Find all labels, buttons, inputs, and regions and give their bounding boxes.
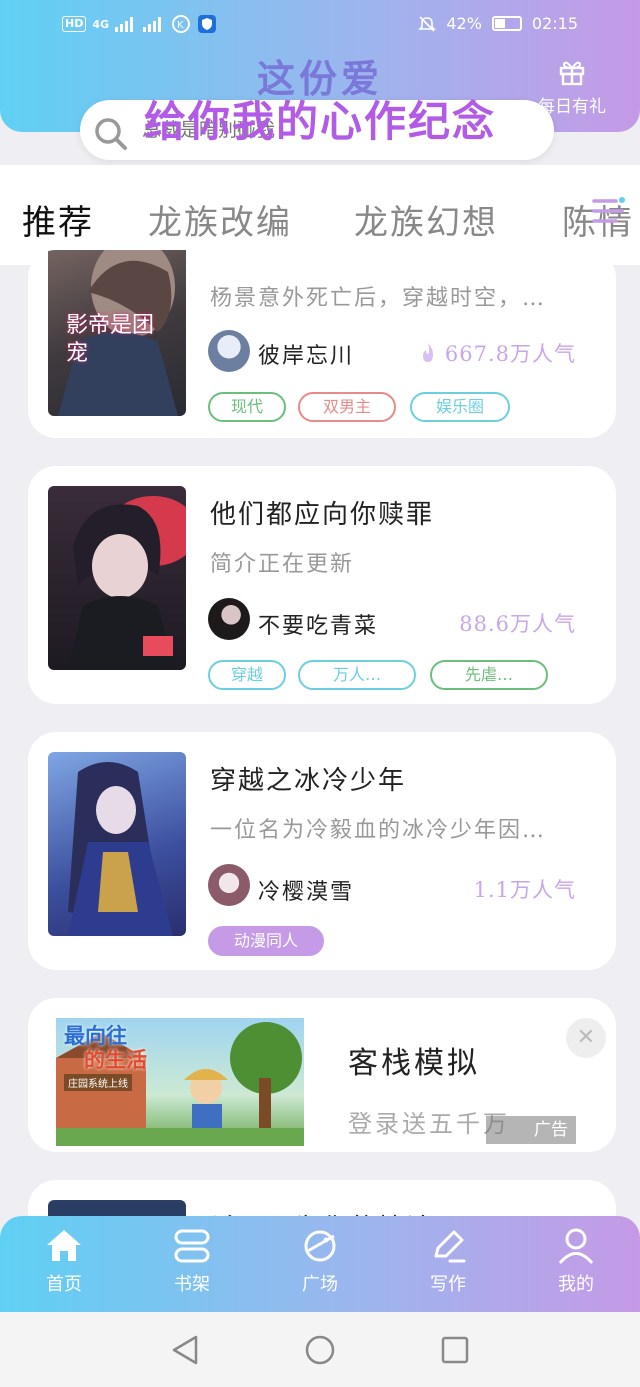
- home-icon: [47, 1230, 81, 1261]
- author-name: 冷樱漠雪: [258, 880, 355, 905]
- ad-title: 客栈模拟: [348, 1046, 480, 1081]
- status-bar: HD 4G K 42% 02:15: [0, 0, 640, 48]
- banner-line-2: 给你我的心作纪念: [143, 97, 496, 146]
- tag-chip[interactable]: 穿越: [208, 660, 286, 690]
- author-name: 彼岸忘川: [258, 344, 355, 369]
- pen-icon: [434, 1230, 466, 1263]
- tag-chip[interactable]: 先虐…: [430, 660, 548, 690]
- book-cover: [48, 486, 186, 670]
- tab-dragon-fantasy[interactable]: 龙族幻想: [354, 195, 498, 244]
- home-circle-icon[interactable]: [305, 1334, 335, 1366]
- book-title: 他们都应向你赎罪: [210, 500, 435, 530]
- shield-app-icon: [198, 15, 217, 33]
- tag-chip[interactable]: 现代: [208, 392, 286, 422]
- nav-mine-label: 我的: [558, 1274, 594, 1295]
- popularity: 667.8万人气: [419, 338, 576, 368]
- signal-2-icon: [143, 17, 162, 32]
- signal-icon: [115, 17, 134, 32]
- book-desc: 杨景意外死亡后，穿越时空，…: [210, 286, 547, 311]
- ad-card[interactable]: 最向往 的生活 庄园系统上线 客栈模拟 登录送五千万 ✕ 广告: [28, 998, 616, 1152]
- ad-label: 广告: [486, 1116, 576, 1144]
- nav-write-label: 写作: [430, 1274, 466, 1295]
- k-app-icon: K: [172, 15, 191, 33]
- book-card[interactable]: 影帝是团宠 杨景意外死亡后，穿越时空，… 彼岸忘川 667.8万人气 现代 双男…: [28, 250, 616, 438]
- close-icon[interactable]: ✕: [566, 1018, 606, 1058]
- author-avatar: [208, 598, 250, 640]
- clock: 02:15: [531, 14, 578, 33]
- back-icon[interactable]: [170, 1334, 200, 1366]
- bookshelf-icon: [174, 1229, 210, 1263]
- gift-icon: [559, 61, 585, 86]
- cover-title: 影帝是团宠: [66, 313, 155, 366]
- battery-percent: 42%: [446, 14, 482, 33]
- nav-write[interactable]: 写作: [398, 1226, 498, 1296]
- book-cover: 影帝是团宠: [48, 250, 186, 416]
- book-card[interactable]: 他们都应向你赎罪 简介正在更新 不要吃青菜 88.6万人气 穿越 万人… 先虐…: [28, 466, 616, 704]
- nav-square-label: 广场: [302, 1274, 338, 1295]
- planet-icon: [304, 1230, 336, 1262]
- nav-bookshelf[interactable]: 书架: [142, 1226, 242, 1296]
- battery-icon: [491, 16, 522, 31]
- signal-label: 4G: [92, 17, 110, 31]
- ad-banner: 最向往 的生活 庄园系统上线: [56, 1018, 304, 1146]
- book-desc: 简介正在更新: [210, 552, 355, 577]
- popularity-value: 667.8万人气: [444, 342, 576, 366]
- nav-mine[interactable]: 我的: [526, 1226, 626, 1296]
- tab-recommend[interactable]: 推荐: [22, 195, 94, 244]
- author-avatar: [208, 330, 250, 372]
- mute-icon: [418, 15, 437, 32]
- author-name: 不要吃青菜: [258, 614, 379, 639]
- tab-dragon-adapt[interactable]: 龙族改编: [148, 195, 292, 244]
- tag-chip[interactable]: 万人…: [298, 660, 416, 690]
- tag-chip[interactable]: 娱乐圈: [410, 392, 510, 422]
- book-card[interactable]: 穿越之冰冷少年 一位名为冷毅血的冰冷少年因… 冷樱漠雪 1.1万人气 动漫同人: [28, 732, 616, 970]
- popularity: 1.1万人气: [473, 878, 576, 902]
- recent-apps-icon[interactable]: [440, 1334, 470, 1366]
- book-desc: 一位名为冷毅血的冰冷少年因…: [210, 818, 547, 843]
- tag-chip[interactable]: 双男主: [298, 392, 396, 422]
- nav-home-label: 首页: [46, 1274, 82, 1295]
- ad-banner-line3: 庄园系统上线: [64, 1074, 132, 1091]
- nav-bookshelf-label: 书架: [174, 1274, 210, 1295]
- system-nav-bar: [0, 1312, 640, 1387]
- popularity: 88.6万人气: [459, 612, 576, 636]
- user-icon: [558, 1228, 594, 1265]
- fire-icon: [423, 343, 434, 362]
- nav-square[interactable]: 广场: [270, 1226, 370, 1296]
- network-label: HD: [62, 16, 87, 32]
- nav-home[interactable]: 首页: [14, 1226, 114, 1296]
- book-cover: [48, 752, 186, 936]
- svg-text:K: K: [177, 20, 184, 31]
- author-avatar: [208, 864, 250, 906]
- category-menu-icon[interactable]: [592, 195, 626, 229]
- tag-chip[interactable]: 动漫同人: [208, 926, 324, 956]
- bottom-nav: 首页 书架 广场 写作 我的: [0, 1216, 640, 1312]
- book-title: 穿越之冰冷少年: [210, 766, 407, 796]
- ad-banner-line2: 的生活: [84, 1048, 147, 1072]
